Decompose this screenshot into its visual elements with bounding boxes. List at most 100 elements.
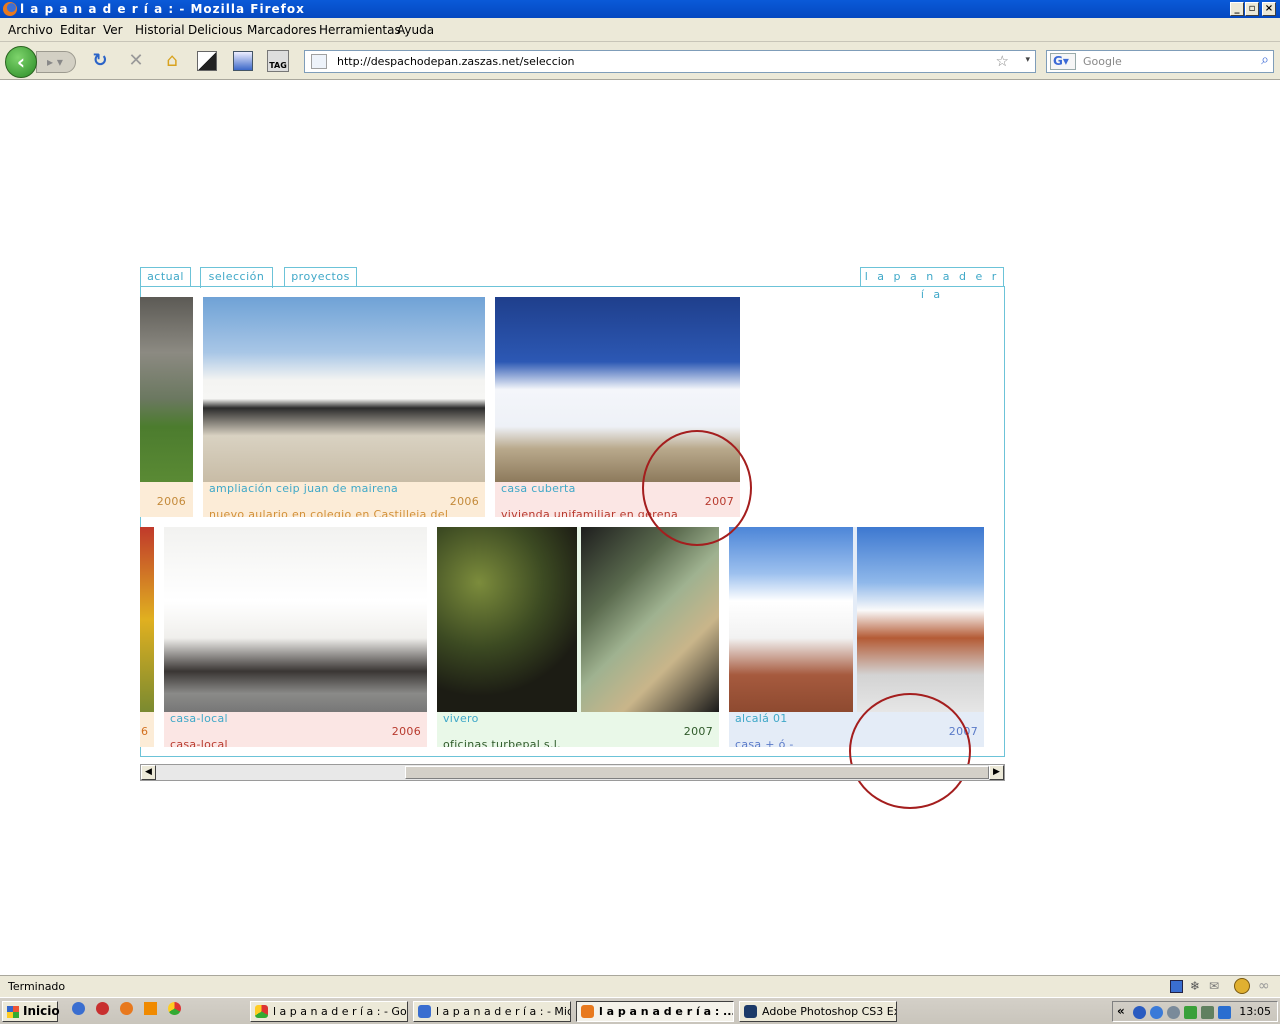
project-card[interactable]: 2006 — [140, 297, 193, 517]
firefox-quicklaunch-icon[interactable] — [120, 1002, 133, 1015]
annotation-circle — [849, 693, 971, 809]
menu-historial[interactable]: Historial — [135, 23, 185, 37]
menu-delicious[interactable]: Delicious — [188, 23, 242, 37]
taskbar-item-firefox[interactable]: l a p a n a d e r í a : ... — [576, 1001, 734, 1022]
tab-seleccion[interactable]: selección — [200, 267, 273, 288]
bookmarks-icon[interactable] — [233, 51, 253, 71]
url-text: http://despachodepan.zaszas.net/seleccio… — [337, 55, 575, 68]
menu-ver[interactable]: Ver — [103, 23, 123, 37]
tab-proyectos[interactable]: proyectos — [284, 267, 357, 287]
system-tray: « 13:05 — [1112, 1001, 1278, 1022]
taskbar-item-photoshop[interactable]: Adobe Photoshop CS3 Ex... — [739, 1001, 897, 1022]
home-icon[interactable]: ⌂ — [161, 50, 183, 72]
search-icon[interactable]: ⌕ — [1261, 52, 1269, 68]
scrollbar-thumb[interactable] — [405, 766, 989, 779]
status-text: Terminado — [8, 980, 66, 993]
greasemonkey-icon[interactable] — [1234, 978, 1250, 994]
site-logo[interactable]: l a p a n a d e r í a — [860, 267, 1004, 301]
close-button[interactable]: × — [1262, 2, 1276, 16]
menu-herramientas[interactable]: Herramientas — [319, 23, 401, 37]
forward-button[interactable]: ▸ ▾ — [36, 51, 76, 73]
connection-tray-icon[interactable] — [1201, 1006, 1214, 1019]
project-year: 2006 — [449, 495, 479, 508]
horizontal-scrollbar[interactable]: ◀ ▶ — [140, 764, 1005, 781]
project-photo — [857, 527, 984, 712]
tag-icon[interactable]: TAG — [267, 50, 289, 72]
menu-ayuda[interactable]: Ayuda — [397, 23, 434, 37]
windows-logo-icon — [7, 1006, 19, 1018]
project-subtitle: casa + ó - — [735, 738, 794, 747]
google-icon[interactable]: G▾ — [1050, 53, 1076, 70]
project-title: casa-local — [170, 712, 228, 725]
project-photo — [140, 297, 193, 482]
infinity-icon[interactable]: ∞ — [1258, 978, 1270, 994]
chrome-quicklaunch-icon[interactable] — [168, 1002, 181, 1015]
project-photo — [203, 297, 485, 482]
start-label: Inicio — [23, 1004, 60, 1018]
project-year: 2006 — [156, 495, 186, 508]
network-tray-icon[interactable] — [1150, 1006, 1163, 1019]
tray-expand-icon[interactable]: « — [1117, 1004, 1125, 1018]
project-title: alcalá 01 — [735, 712, 788, 725]
back-button[interactable]: ‹ — [5, 46, 37, 78]
scroll-left-button[interactable]: ◀ — [141, 765, 156, 780]
menu-editar[interactable]: Editar — [60, 23, 96, 37]
snowflake-icon[interactable]: ❄ — [1190, 979, 1200, 993]
stop-icon[interactable]: ✕ — [125, 50, 147, 72]
project-card[interactable]: ampliación ceip juan de mairena 2006 nue… — [203, 297, 485, 517]
vlc-quicklaunch-icon[interactable] — [144, 1002, 157, 1015]
task-label: Adobe Photoshop CS3 Ex... — [762, 1005, 897, 1018]
nvidia-tray-icon[interactable] — [1184, 1006, 1197, 1019]
task-label: l a p a n a d e r í a : - Micr... — [436, 1005, 570, 1018]
status-icon[interactable] — [1170, 980, 1183, 993]
delicious-icon[interactable] — [197, 51, 217, 71]
reload-icon[interactable]: ↻ — [89, 50, 111, 72]
menu-archivo[interactable]: Archivo — [8, 23, 53, 37]
project-photo — [140, 527, 154, 712]
project-title: casa cuberta — [501, 482, 576, 495]
search-bar[interactable]: G▾ Google ⌕ — [1046, 50, 1274, 73]
taskbar-item-chrome[interactable]: l a p a n a d e r í a : - Goo... — [250, 1001, 408, 1022]
project-photo — [164, 527, 427, 712]
nero-tray-icon[interactable] — [1218, 1006, 1231, 1019]
project-photo — [437, 527, 577, 712]
project-subtitle: casa-local — [170, 738, 228, 747]
annotation-circle — [642, 430, 752, 546]
menu-marcadores[interactable]: Marcadores — [247, 23, 317, 37]
project-subtitle: nuevo aulario en colegio en Castilleja d… — [209, 508, 449, 517]
window-title: l a p a n a d e r í a : - Mozilla Firefo… — [20, 2, 305, 16]
mail-icon[interactable]: ✉ — [1209, 979, 1219, 993]
project-title: ampliación ceip juan de mairena — [209, 482, 399, 495]
project-subtitle: oficinas turbepal s.l. — [443, 738, 561, 747]
taskbar-item-ie[interactable]: l a p a n a d e r í a : - Micr... — [413, 1001, 571, 1022]
project-year: 2007 — [683, 725, 713, 738]
opera-quicklaunch-icon[interactable] — [96, 1002, 109, 1015]
maximize-button[interactable]: ▫ — [1245, 2, 1259, 16]
firefox-icon — [3, 2, 17, 16]
status-bar: Terminado ❄ ✉ ∞ — [0, 975, 1280, 997]
project-year: 2006 — [391, 725, 421, 738]
project-card[interactable]: casa-local 2006 casa-local — [164, 527, 427, 747]
taskbar: Inicio l a p a n a d e r í a : - Goo... … — [0, 997, 1280, 1024]
task-label: l a p a n a d e r í a : - Goo... — [273, 1005, 407, 1018]
star-icon[interactable]: ☆ — [996, 52, 1009, 70]
minimize-button[interactable]: _ — [1230, 2, 1244, 16]
project-title: vivero — [443, 712, 479, 725]
navigation-toolbar: ▸ ▾ ‹ ↻ ✕ ⌂ TAG http://despachodepan.zas… — [0, 42, 1280, 80]
project-card[interactable]: 6 — [140, 527, 154, 747]
project-year: 6 — [141, 725, 149, 738]
tab-actual[interactable]: actual — [140, 267, 191, 287]
tool-tray-icon[interactable] — [1167, 1006, 1180, 1019]
dropdown-arrow-icon[interactable]: ▾ — [1025, 55, 1030, 65]
search-input[interactable]: Google — [1083, 55, 1122, 68]
project-photo — [581, 527, 719, 712]
project-card[interactable]: vivero 2007 oficinas turbepal s.l. — [437, 527, 719, 747]
menu-bar: Archivo Editar Ver Historial Delicious M… — [0, 18, 1280, 42]
ie-quicklaunch-icon[interactable] — [72, 1002, 85, 1015]
url-bar[interactable]: http://despachodepan.zaszas.net/seleccio… — [304, 50, 1036, 73]
info-tray-icon[interactable] — [1133, 1006, 1146, 1019]
start-button[interactable]: Inicio — [2, 1001, 60, 1022]
clock: 13:05 — [1239, 1005, 1271, 1018]
scroll-right-button[interactable]: ▶ — [989, 765, 1004, 780]
page-icon — [311, 54, 327, 69]
